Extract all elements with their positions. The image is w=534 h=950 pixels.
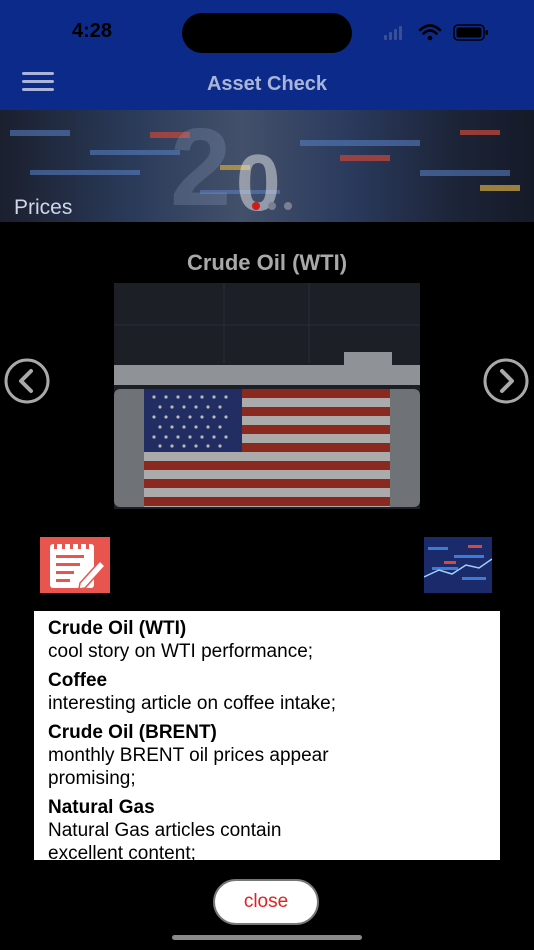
prices-banner[interactable]: 2 0 bbox=[0, 110, 534, 222]
svg-text:2: 2 bbox=[170, 110, 231, 222]
news-desc: cool story on WTI performance; bbox=[48, 641, 314, 662]
page-dot bbox=[284, 202, 292, 210]
news-list[interactable]: Crude Oil (WTI) cool story on WTI perfor… bbox=[34, 611, 500, 860]
cellular-icon bbox=[384, 26, 402, 40]
status-time: 4:28 bbox=[72, 20, 113, 42]
banner-label: Prices bbox=[14, 196, 73, 219]
close-button[interactable]: close bbox=[213, 879, 319, 925]
chevron-right-icon[interactable] bbox=[482, 357, 530, 405]
list-item[interactable]: Natural Gas Natural Gas articles contain… bbox=[34, 796, 500, 860]
news-desc: monthly BRENT oil prices appear promisin… bbox=[48, 745, 329, 789]
list-item[interactable]: Coffee interesting article on coffee int… bbox=[34, 669, 500, 715]
stock-ticker-icon[interactable] bbox=[423, 537, 493, 593]
battery-icon bbox=[453, 24, 488, 41]
notepad-pencil-icon[interactable] bbox=[40, 537, 110, 593]
dynamic-island bbox=[182, 13, 352, 53]
home-indicator bbox=[172, 935, 362, 940]
news-title: Crude Oil (WTI) bbox=[48, 618, 187, 639]
asset-title: Crude Oil (WTI) bbox=[186, 250, 348, 275]
wifi-icon bbox=[418, 24, 442, 35]
asset-image bbox=[114, 283, 420, 509]
news-desc: Natural Gas articles contain excellent c… bbox=[48, 820, 282, 860]
news-title: Crude Oil (BRENT) bbox=[48, 722, 217, 743]
chevron-left-icon[interactable] bbox=[3, 357, 51, 405]
news-title: Natural Gas bbox=[48, 797, 155, 818]
status-icons bbox=[384, 22, 494, 44]
news-title: Coffee bbox=[48, 670, 108, 691]
page-dot bbox=[268, 202, 276, 210]
news-desc: interesting article on coffee intake; bbox=[48, 693, 336, 714]
list-item[interactable]: Crude Oil (WTI) cool story on WTI perfor… bbox=[34, 617, 500, 663]
list-item[interactable]: Crude Oil (BRENT) monthly BRENT oil pric… bbox=[34, 721, 500, 790]
us-flag-icon bbox=[144, 389, 390, 507]
page-title: Asset Check bbox=[206, 73, 328, 95]
page-dot-active bbox=[252, 202, 260, 210]
